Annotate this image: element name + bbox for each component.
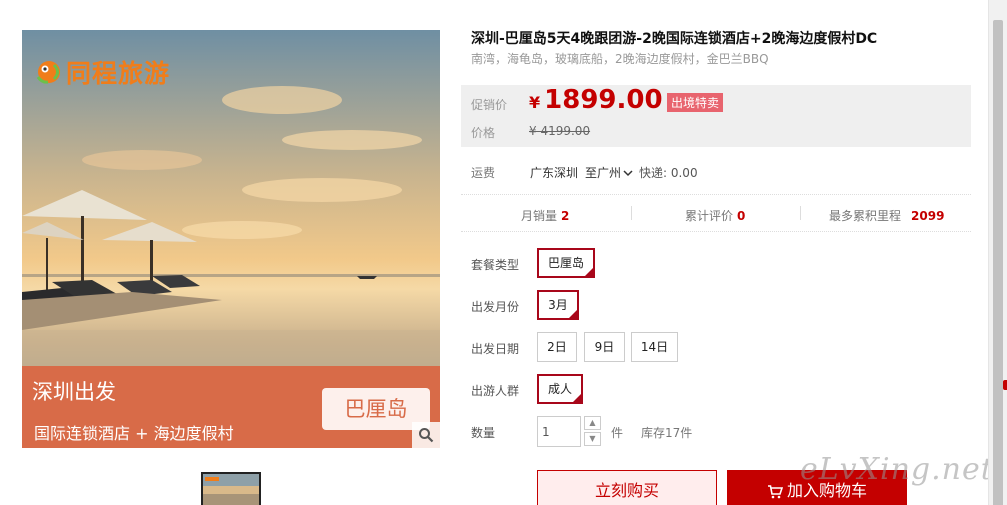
ship-to-dropdown[interactable]: 至广州 [585,164,633,181]
promo-price-label: 促销价 [471,98,508,112]
check-icon: ✓ [571,312,577,320]
option-month-march[interactable]: 3月 ✓ [537,290,579,320]
quantity-label: 数量 [471,426,496,440]
package-type-label: 套餐类型 [471,258,520,272]
check-icon: ✓ [587,270,593,278]
original-price-label: 价格 [471,126,496,140]
quantity-decrease-button[interactable]: ▼ [584,432,601,446]
magnifier-icon [419,428,434,443]
image-thumbnail[interactable] [201,472,261,505]
price-amount: 1899.00 [544,85,663,115]
option-date-14[interactable]: 14日 [631,332,678,362]
option-text: 成人 [547,382,572,396]
ship-from: 广东深圳 [530,166,579,180]
watermark: eLvXing.net [800,452,994,487]
option-date-2[interactable]: 2日 [537,332,577,362]
original-price: ¥ 4199.00 [529,124,591,138]
thumbnail-photo [203,474,259,505]
monthly-sales: 月销量 2 [521,207,569,224]
option-text: 巴厘岛 [547,256,584,270]
promo-tag: 出境特卖 [667,93,724,112]
sales-stats: 月销量 2 累计评价 0 最多累积里程 2099 [461,196,971,232]
check-icon: ✓ [575,396,581,404]
shipping-fee: 快递: 0.00 [639,166,698,180]
tongcheng-logo: 同程旅游 [34,54,170,90]
quantity-increase-button[interactable]: ▲ [584,416,601,430]
zoom-button[interactable] [412,422,440,448]
monthly-sales-value: 2 [561,209,570,223]
banner-subtitle: 国际连锁酒店 + 海边度假村 [34,424,234,443]
max-mileage-label: 最多累积里程 [829,209,902,223]
banner-title: 深圳出发 [32,380,116,404]
scrollbar-thumb[interactable] [993,20,1003,505]
monthly-sales-label: 月销量 [521,209,558,223]
shipping-row: 运费 广东深圳 至广州 快递: 0.00 [461,155,971,195]
product-subtitle: 南湾，海龟岛，玻璃底船，2晚海边度假村，金巴兰BBQ [471,52,769,66]
shipping-label: 运费 [471,166,496,180]
product-main-image[interactable]: 同程旅游 深圳出发 国际连锁酒店 + 海边度假村 巴厘岛 [22,30,440,448]
fish-logo-icon [36,61,60,84]
departure-date-label: 出发日期 [471,342,520,356]
quantity-input[interactable] [537,416,581,447]
option-crowd-adult[interactable]: 成人 ✓ [537,374,583,404]
promo-banner: 深圳出发 国际连锁酒店 + 海边度假村 巴厘岛 [22,366,440,448]
logo-text: 同程旅游 [66,59,171,88]
option-text: 3月 [548,298,568,312]
divider [631,206,632,220]
product-title: 深圳-巴厘岛5天4晚跟团游-2晚国际连锁酒店+2晚海边度假村DC [471,31,878,47]
max-mileage: 最多累积里程 2099 [829,207,944,224]
traveler-type-label: 出游人群 [471,384,520,398]
review-count[interactable]: 累计评价 0 [685,207,745,224]
option-date-9[interactable]: 9日 [584,332,625,362]
side-tab-marker[interactable] [1003,380,1007,390]
chevron-down-icon [623,170,633,177]
currency-symbol: ¥ [529,93,541,112]
quantity-unit: 件 [611,426,624,440]
review-count-value: 0 [737,209,746,223]
ship-to-text: 至广州 [585,166,622,180]
divider [800,206,801,220]
review-count-label: 累计评价 [685,209,734,223]
stock-count: 库存17件 [641,426,693,440]
price-panel: 促销价 ¥1899.00 出境特卖 价格 ¥ 4199.00 [461,85,971,147]
page-scrollbar[interactable] [988,0,1007,505]
departure-month-label: 出发月份 [471,300,520,314]
promo-price: ¥1899.00 [529,85,663,115]
buy-now-button[interactable]: 立刻购买 [537,470,717,505]
max-mileage-value: 2099 [911,209,945,223]
option-package-bali[interactable]: 巴厘岛 ✓ [537,248,595,278]
cart-icon [767,484,783,498]
